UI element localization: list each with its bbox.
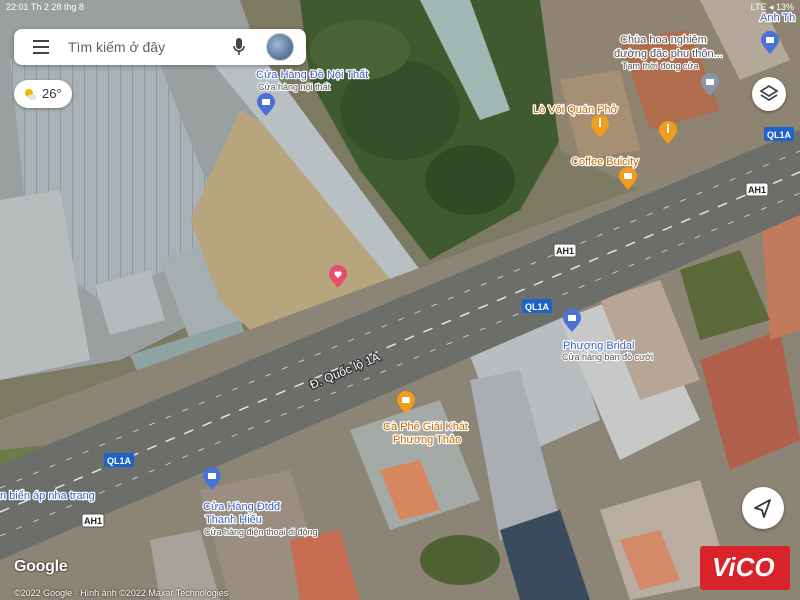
temperature: 26° [42,86,62,101]
navigation-arrow-icon [754,499,771,518]
svg-text:n biển áp nha trang: n biển áp nha trang [0,490,95,502]
svg-text:AH1: AH1 [748,185,766,195]
svg-text:Cửa Hàng Đtdđ: Cửa Hàng Đtdđ [203,501,281,513]
layers-icon [759,84,779,102]
svg-text:Phượng Bridal: Phượng Bridal [563,340,634,352]
svg-text:Cà Phê Giải Khát: Cà Phê Giải Khát [383,421,468,433]
svg-text:Tạm thời đóng cửa: Tạm thời đóng cửa [622,61,698,71]
route-shield-ah1: AH1 [81,513,105,528]
svg-text:Cửa hàng nội thất: Cửa hàng nội thất [258,82,331,92]
route-shield-ql1a: QL1A [522,299,552,313]
route-shield-ah1: AH1 [553,243,577,258]
menu-icon[interactable] [33,40,49,54]
svg-text:QL1A: QL1A [107,456,132,466]
svg-text:QL1A: QL1A [767,130,792,140]
route-shield-ah1: AH1 [745,182,769,197]
svg-text:Coffee Buicity: Coffee Buicity [571,156,639,168]
svg-text:đường đặc phu thôn...: đường đặc phu thôn... [614,48,723,60]
svg-text:Phương Thảo: Phương Thảo [393,434,461,446]
my-location-button[interactable] [742,487,784,529]
route-shield-ql1a: QL1A [104,453,134,467]
svg-text:Cửa hàng điện thoại di động: Cửa hàng điện thoại di động [204,527,318,537]
svg-text:Lò Vôi Quán Phở: Lò Vôi Quán Phở [533,104,618,116]
status-time: 22:01 Th 2 28 thg 8 [6,2,84,12]
layers-button[interactable] [752,77,786,111]
svg-text:QL1A: QL1A [525,302,550,312]
satellite-map[interactable]: Đ. Quốc lộ 1A QL1A AH1 AH1 QL1A QL1A AH1… [0,0,800,600]
status-bar: 22:01 Th 2 28 thg 8 LTE ◂ 13% [0,0,800,14]
avatar[interactable] [266,33,294,61]
weather-chip[interactable]: 26° [14,80,72,108]
svg-text:Chùa hoa nghiêm: Chùa hoa nghiêm [620,34,707,46]
search-placeholder[interactable]: Tìm kiếm ở đây [68,39,165,55]
status-indicators: LTE ◂ 13% [750,2,794,12]
svg-text:Cửa Hàng Đồ Nội Thất: Cửa Hàng Đồ Nội Thất [256,69,368,81]
svg-text:Cửa hàng bán đồ cưới: Cửa hàng bán đồ cưới [562,352,653,362]
svg-text:AH1: AH1 [556,246,574,256]
search-bar[interactable]: Tìm kiếm ở đây [14,29,306,65]
microphone-icon[interactable] [232,37,246,57]
route-shield-ql1a: QL1A [764,127,794,141]
poi-bien-ap[interactable]: n biển áp nha trang [0,489,96,504]
svg-text:Thanh Hiếu: Thanh Hiếu [205,514,262,526]
svg-text:AH1: AH1 [84,516,102,526]
vico-watermark: ViCO [700,546,790,590]
google-logo: Google [14,558,68,575]
partly-sunny-icon [25,89,37,100]
map-copyright: ©2022 Google · Hình ảnh ©2022 Maxar Tech… [14,588,229,598]
